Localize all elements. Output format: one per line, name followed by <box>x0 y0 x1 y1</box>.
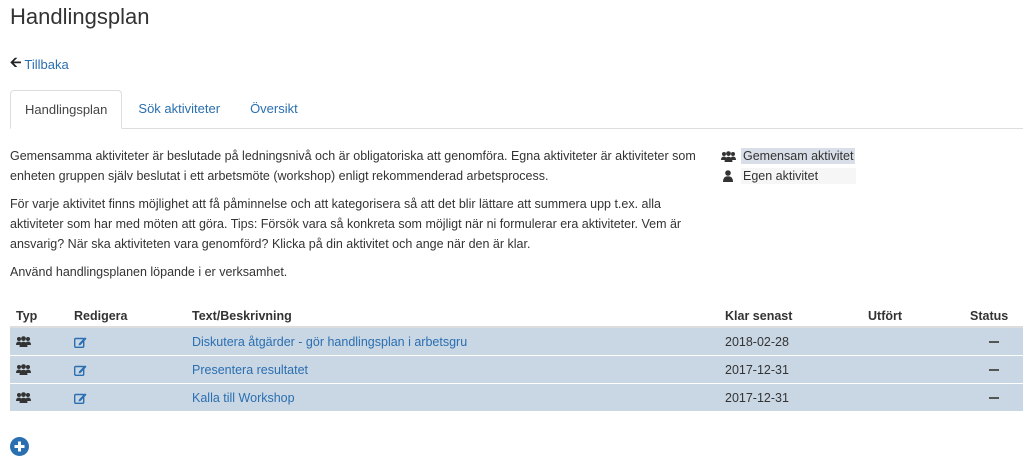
deadline-cell: 2018-02-28 <box>719 326 862 356</box>
tab-sok-aktiviteter[interactable]: Sök aktiviteter <box>124 90 234 127</box>
tab-handlingsplan[interactable]: Handlingsplan <box>10 90 123 129</box>
minus-icon <box>988 369 999 372</box>
edit-icon[interactable] <box>74 392 180 404</box>
users-icon <box>16 336 62 347</box>
status-cell <box>964 326 1023 356</box>
action-plan-table: Typ Redigera Text/Beskrivning Klar senas… <box>10 306 1023 411</box>
minus-icon <box>988 397 999 400</box>
legend-common: Gemensam aktivitet <box>720 146 856 166</box>
deadline-cell: 2017-12-31 <box>719 355 862 384</box>
back-label: Tillbaka <box>24 56 69 72</box>
legend: Gemensam aktivitet Egen aktivitet <box>720 146 857 186</box>
edit-cell <box>68 383 186 411</box>
edit-icon[interactable] <box>74 364 180 376</box>
page-title: Handlingsplan <box>10 4 150 29</box>
text-cell: Kalla till Workshop <box>186 383 719 411</box>
activity-link[interactable]: Diskutera åtgärder - gör handlingsplan i… <box>192 335 467 349</box>
activity-link[interactable]: Presentera resultatet <box>192 363 308 377</box>
table-header-row: Typ Redigera Text/Beskrivning Klar senas… <box>10 306 1023 328</box>
user-icon <box>720 170 736 182</box>
intro-text: Gemensamma aktiviteter är beslutade på l… <box>10 146 700 290</box>
legend-common-label: Gemensam aktivitet <box>741 148 856 164</box>
done-cell <box>862 355 964 384</box>
intro-paragraph-2: För varje aktivitet finns möjlighet att … <box>10 197 682 251</box>
text-cell: Presentera resultatet <box>186 355 719 384</box>
users-icon <box>16 364 62 375</box>
header-text: Text/Beskrivning <box>186 306 719 328</box>
edit-cell <box>68 326 186 356</box>
intro-paragraph-3: Använd handlingsplanen löpande i er verk… <box>10 265 288 279</box>
text-cell: Diskutera åtgärder - gör handlingsplan i… <box>186 326 719 356</box>
type-cell <box>10 355 68 384</box>
edit-icon[interactable] <box>74 336 180 348</box>
activity-link[interactable]: Kalla till Workshop <box>192 391 295 405</box>
header-redigera: Redigera <box>68 306 186 328</box>
type-cell <box>10 326 68 356</box>
status-cell <box>964 355 1023 384</box>
minus-icon <box>988 341 999 344</box>
edit-cell <box>68 355 186 384</box>
table-row[interactable]: Presentera resultatet 2017-12-31 <box>10 355 1023 384</box>
legend-own-label: Egen aktivitet <box>741 168 857 184</box>
users-icon <box>16 392 62 403</box>
plus-circle-icon <box>10 437 29 456</box>
header-status: Status <box>964 306 1023 328</box>
users-icon <box>720 150 736 162</box>
tab-bar: Handlingsplan Sök aktiviteter Översikt <box>10 90 1023 129</box>
done-cell <box>862 326 964 356</box>
add-activity-button[interactable] <box>10 437 29 456</box>
status-cell <box>964 383 1023 411</box>
legend-own: Egen aktivitet <box>720 166 857 186</box>
tab-oversikt[interactable]: Översikt <box>236 90 312 127</box>
done-cell <box>862 383 964 411</box>
intro-paragraph-1: Gemensamma aktiviteter är beslutade på l… <box>10 149 696 183</box>
type-cell <box>10 383 68 411</box>
table-row[interactable]: Diskutera åtgärder - gör handlingsplan i… <box>10 326 1023 356</box>
header-typ: Typ <box>10 306 68 328</box>
back-link[interactable]: 🡨 Tillbaka <box>10 52 69 76</box>
arrow-left-icon: 🡨 <box>10 54 22 70</box>
header-klar-senast: Klar senast <box>719 306 862 328</box>
header-utfort: Utfört <box>862 306 964 328</box>
table-row[interactable]: Kalla till Workshop 2017-12-31 <box>10 383 1023 411</box>
deadline-cell: 2017-12-31 <box>719 383 862 411</box>
